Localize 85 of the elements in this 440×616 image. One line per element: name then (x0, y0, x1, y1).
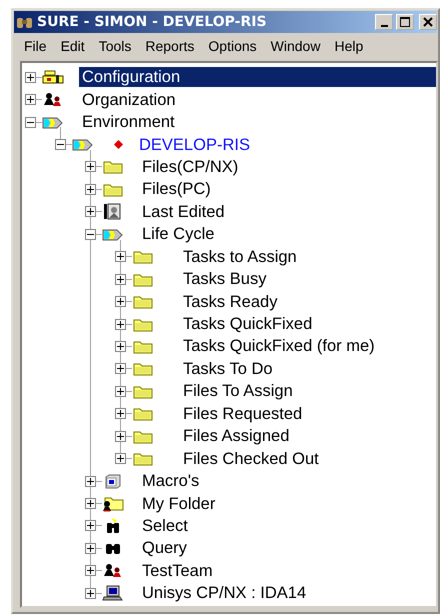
tree-item[interactable]: Query (139, 538, 190, 558)
menu-item[interactable]: Help (327, 36, 370, 56)
tree-item[interactable]: Files To Assign (180, 381, 296, 402)
expand-icon[interactable] (85, 520, 96, 532)
tree-item[interactable]: Macro's (139, 471, 202, 492)
tree-item[interactable]: Files Requested (180, 404, 306, 424)
expand-icon[interactable] (85, 206, 96, 218)
workbench-icon (42, 70, 64, 85)
folder-icon (133, 406, 153, 422)
expand-icon[interactable] (115, 408, 126, 420)
stages-icon (102, 226, 124, 242)
tree-item[interactable]: Tasks QuickFixed (for me) (180, 336, 378, 356)
menu-item[interactable]: Options (201, 36, 264, 56)
user-folder-icon (102, 495, 124, 512)
tree-item[interactable]: Tasks To Do (180, 358, 276, 379)
binoculars-icon (16, 15, 34, 29)
menu-item[interactable]: File (17, 36, 54, 56)
minimize-icon (380, 24, 388, 26)
expand-icon[interactable] (115, 453, 126, 464)
tree-item[interactable]: Files Assigned (180, 426, 292, 446)
folder-icon (133, 451, 153, 466)
expand-icon[interactable] (25, 72, 36, 83)
close-icon (423, 17, 433, 27)
document-icon (103, 203, 123, 220)
folder-icon (103, 159, 123, 174)
tree-item[interactable]: Select (139, 516, 191, 536)
tree-item[interactable]: Files(PC) (139, 179, 214, 200)
expand-icon[interactable] (115, 340, 126, 352)
expand-icon[interactable] (115, 296, 126, 308)
expand-icon[interactable] (115, 386, 126, 397)
collapse-icon[interactable] (55, 139, 66, 150)
expand-icon[interactable] (85, 565, 96, 576)
tree-item[interactable]: Life Cycle (139, 224, 218, 244)
people-icon (43, 92, 63, 108)
expand-icon[interactable] (115, 318, 126, 330)
close-button[interactable] (419, 14, 437, 30)
folder-icon (133, 316, 153, 332)
collapse-icon[interactable] (85, 228, 96, 240)
expand-icon[interactable] (85, 161, 96, 172)
maximize-icon (400, 17, 410, 27)
tree-item[interactable]: Tasks QuickFixed (180, 314, 316, 334)
tree-item[interactable]: Files Checked Out (180, 448, 322, 469)
expand-icon[interactable] (85, 588, 96, 599)
window-title: SURE - SIMON - DEVELOP-RIS (37, 14, 268, 30)
maximize-button[interactable] (396, 14, 414, 30)
menu-item[interactable]: Tools (92, 36, 138, 56)
macro-icon (103, 474, 123, 489)
folder-icon (133, 249, 153, 264)
expand-icon[interactable] (115, 274, 126, 285)
tree-item[interactable]: My Folder (139, 494, 218, 514)
people-icon (103, 563, 123, 578)
computer-icon (102, 584, 124, 602)
folder-icon (133, 338, 153, 354)
expand-icon[interactable] (85, 542, 96, 554)
folder-icon (133, 294, 153, 310)
stages-icon (42, 114, 64, 130)
minimize-button[interactable] (375, 14, 393, 30)
collapse-icon[interactable] (25, 116, 36, 128)
tree-item[interactable]: Tasks to Assign (180, 246, 300, 267)
folder-icon (133, 428, 153, 444)
expand-icon[interactable] (85, 476, 96, 487)
expand-icon[interactable] (115, 430, 126, 442)
expand-icon[interactable] (115, 251, 126, 262)
folder-icon (133, 361, 153, 376)
expand-icon[interactable] (85, 184, 96, 195)
tree-item[interactable]: Tasks Busy (180, 269, 270, 290)
expand-icon[interactable] (85, 498, 96, 510)
folder-icon (133, 272, 153, 287)
tree-item[interactable]: Configuration (79, 67, 436, 88)
tree-item[interactable]: Environment (79, 112, 178, 132)
folder-icon (133, 384, 153, 399)
menu-item[interactable]: Edit (54, 36, 92, 56)
tree-item[interactable]: Unisys CP/NX : IDA14 (139, 583, 310, 604)
stages-icon (72, 137, 94, 152)
tree-item[interactable]: Organization (79, 90, 179, 110)
menu-item[interactable]: Reports (138, 36, 202, 56)
tree-item[interactable]: Last Edited (139, 202, 228, 222)
tree-item[interactable]: Tasks Ready (180, 292, 280, 312)
expand-icon[interactable] (25, 94, 36, 106)
tree-item[interactable]: Files(CP/NX) (139, 156, 242, 177)
tree-item[interactable]: TestTeam (139, 560, 216, 581)
expand-icon[interactable] (115, 363, 126, 374)
menu-item[interactable]: Window (264, 36, 328, 56)
folder-icon (103, 182, 123, 197)
tree-item[interactable]: DEVELOP-RIS (136, 134, 253, 155)
